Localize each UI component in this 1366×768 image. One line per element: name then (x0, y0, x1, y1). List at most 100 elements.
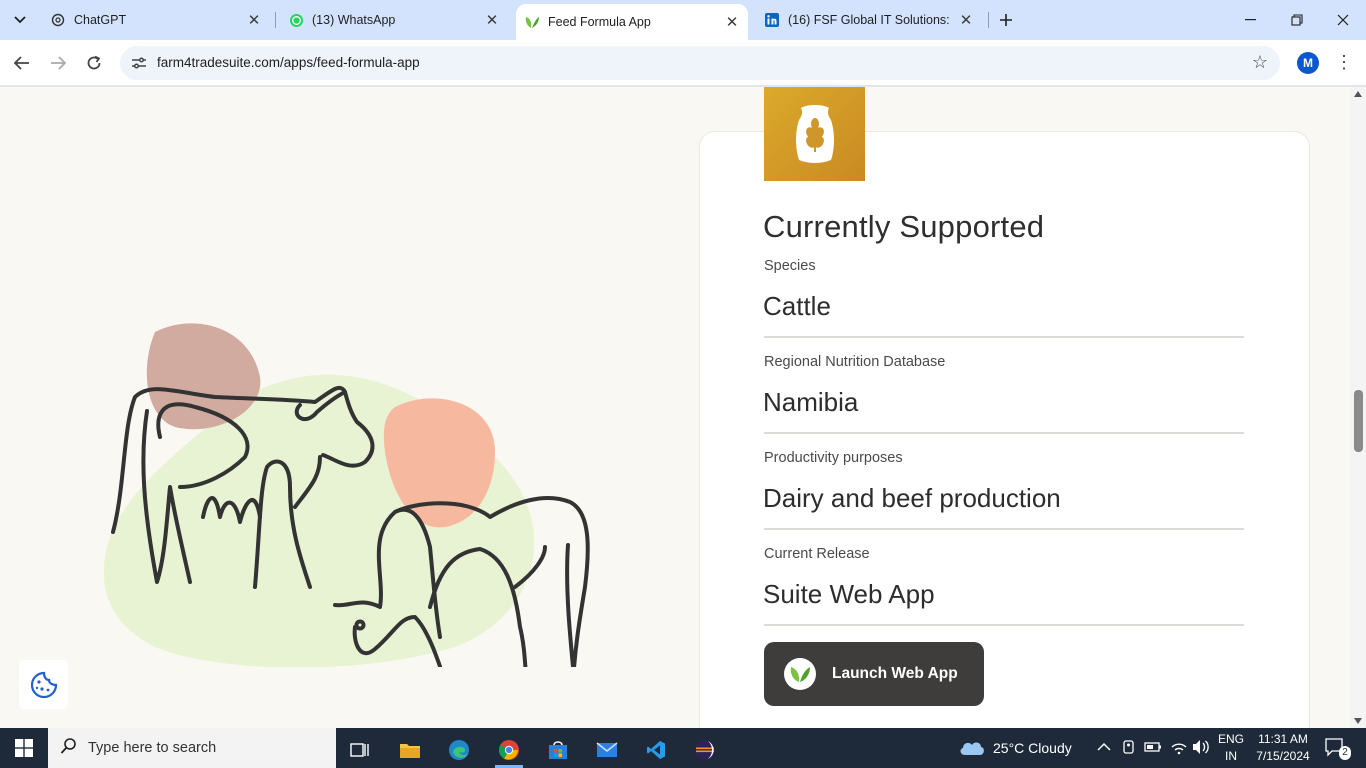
date-text: 7/15/2024 (1256, 749, 1310, 763)
reload-icon (87, 55, 101, 70)
close-tab-icon[interactable]: ✕ (246, 12, 262, 29)
tab-whatsapp[interactable]: (13) WhatsApp ✕ (280, 0, 508, 40)
close-icon (1337, 14, 1349, 26)
bookmark-star-icon[interactable]: ☆ (1252, 52, 1268, 73)
divider (764, 528, 1244, 530)
leaf-logo-icon (784, 658, 816, 690)
divider (764, 432, 1244, 434)
field-value-purposes: Dairy and beef production (763, 483, 1061, 513)
browser-toolbar: farm4tradesuite.com/apps/feed-formula-ap… (0, 40, 1366, 86)
field-label-purposes: Productivity purposes (764, 450, 903, 466)
meet-now-icon[interactable] (1121, 739, 1137, 758)
divider (764, 336, 1244, 338)
tab-title: ChatGPT (74, 13, 127, 27)
launch-web-app-button[interactable]: Launch Web App (764, 642, 984, 706)
language-text: ENG (1217, 732, 1244, 746)
region-text: IN (1225, 749, 1237, 763)
tab-search-button[interactable] (6, 7, 34, 33)
tab-chatgpt[interactable]: ChatGPT ✕ (42, 0, 270, 40)
cookie-settings-button[interactable] (19, 660, 68, 709)
chevron-down-icon (14, 16, 26, 24)
volume-icon[interactable] (1192, 739, 1210, 758)
scroll-thumb[interactable] (1354, 390, 1363, 452)
tab-title: (16) FSF Global IT Solutions: My (788, 13, 954, 27)
tab-linkedin[interactable]: (16) FSF Global IT Solutions: My ✕ (756, 0, 982, 40)
scroll-up-arrow[interactable] (1354, 91, 1362, 97)
launch-button-label: Launch Web App (832, 665, 958, 682)
site-settings-icon[interactable] (130, 54, 148, 72)
profile-avatar[interactable]: M (1297, 52, 1319, 74)
chevron-up-icon[interactable] (1097, 739, 1111, 755)
tab-separator (988, 12, 989, 28)
notification-count: 2 (1339, 746, 1351, 760)
vscode-icon (647, 741, 665, 759)
new-tab-button[interactable] (994, 8, 1018, 32)
language-indicator[interactable]: ENG IN (1216, 732, 1246, 763)
field-label-database: Regional Nutrition Database (764, 354, 946, 370)
reload-button[interactable] (80, 49, 108, 77)
page-content: Currently Supported Species Cattle Regio… (0, 87, 1350, 728)
page-heading: Currently Supported (763, 209, 1045, 244)
store-icon (549, 741, 567, 759)
edge-button[interactable] (437, 732, 481, 768)
cloud-icon[interactable] (958, 737, 986, 760)
mail-button[interactable] (585, 732, 629, 768)
tab-feed-formula-app[interactable]: Feed Formula App ✕ (516, 4, 748, 40)
cookie-icon (30, 671, 57, 698)
close-tab-icon[interactable]: ✕ (724, 14, 740, 31)
arrow-right-icon (51, 56, 66, 70)
mail-icon (596, 742, 618, 757)
eclipse-button[interactable] (683, 732, 727, 768)
edge-icon (449, 740, 469, 760)
field-value-species: Cattle (763, 291, 831, 321)
task-view-button[interactable] (338, 732, 382, 768)
arrow-left-icon (14, 56, 29, 70)
store-button[interactable] (536, 732, 580, 768)
whatsapp-icon (288, 12, 304, 28)
leaf-icon (524, 14, 540, 30)
chrome-button[interactable] (487, 732, 531, 768)
start-button[interactable] (0, 728, 48, 768)
clock[interactable]: 11:31 AM 7/15/2024 (1250, 732, 1316, 763)
linkedin-icon (764, 12, 780, 28)
feed-bag-icon (764, 87, 865, 181)
weather-text[interactable]: 25°C Cloudy (993, 740, 1072, 756)
close-tab-icon[interactable]: ✕ (958, 12, 974, 29)
eclipse-icon (695, 740, 715, 760)
wifi-icon[interactable] (1170, 739, 1188, 758)
scroll-down-arrow[interactable] (1354, 718, 1362, 724)
url-text[interactable]: farm4tradesuite.com/apps/feed-formula-ap… (157, 55, 420, 70)
tab-title: Feed Formula App (548, 15, 651, 29)
forward-button[interactable] (44, 49, 72, 77)
tab-separator (275, 12, 276, 28)
battery-icon[interactable] (1144, 740, 1162, 756)
search-placeholder: Type here to search (88, 740, 217, 756)
close-window-button[interactable] (1320, 0, 1366, 40)
back-button[interactable] (8, 49, 36, 77)
taskbar-search[interactable]: Type here to search (48, 728, 336, 768)
field-label-species: Species (764, 258, 816, 274)
plus-icon (1000, 14, 1012, 26)
tab-strip: ChatGPT ✕ (13) WhatsApp ✕ Feed Formula A… (0, 0, 1366, 40)
windows-logo-icon (15, 739, 33, 757)
minimize-icon (1245, 19, 1256, 21)
search-icon (60, 737, 78, 760)
folder-icon (400, 744, 420, 758)
tab-title: (13) WhatsApp (312, 13, 396, 27)
chatgpt-icon (50, 12, 66, 28)
close-tab-icon[interactable]: ✕ (484, 12, 500, 29)
chrome-icon (498, 740, 519, 760)
windows-taskbar: Type here to search 25°C Cloudy ENG IN 1… (0, 728, 1366, 768)
file-explorer-button[interactable] (388, 732, 432, 768)
page-scrollbar[interactable] (1350, 87, 1366, 728)
field-label-release: Current Release (764, 546, 870, 562)
time-text: 11:31 AM (1258, 732, 1308, 746)
browser-menu-icon[interactable]: ⋮ (1334, 51, 1354, 75)
minimize-button[interactable] (1228, 0, 1274, 40)
vscode-button[interactable] (634, 732, 678, 768)
restore-button[interactable] (1274, 0, 1320, 40)
task-view-icon (350, 743, 369, 757)
field-value-release: Suite Web App (763, 579, 935, 609)
divider (764, 624, 1244, 626)
address-bar[interactable]: farm4tradesuite.com/apps/feed-formula-ap… (120, 46, 1280, 80)
